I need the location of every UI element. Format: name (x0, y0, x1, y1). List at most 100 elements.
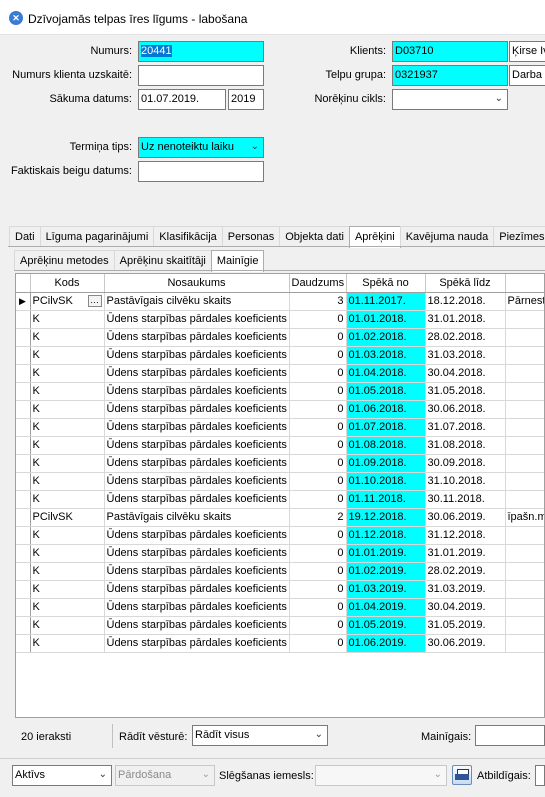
nosaukums-cell[interactable]: Ūdens starpības pārdales koeficients (104, 346, 290, 365)
speka-no-cell[interactable]: 01.02.2018. (346, 328, 426, 347)
kods-cell[interactable]: K (30, 616, 105, 635)
table-row[interactable]: K Ūdens starpības pārdales koeficients 0 01… (16, 328, 544, 347)
speka-no-cell[interactable]: 01.11.2017. (346, 292, 426, 311)
speka-lidz-cell[interactable]: 30.04.2018. (425, 364, 506, 383)
table-row[interactable]: K Ūdens starpības pārdales koeficients 0 01… (16, 400, 544, 419)
daudzums-cell[interactable]: 0 (289, 328, 347, 347)
speka-lidz-cell[interactable]: 31.12.2018. (425, 526, 506, 545)
nosaukums-cell[interactable]: Ūdens starpības pārdales koeficients (104, 454, 290, 473)
column-header-extra[interactable] (505, 274, 544, 293)
nosaukums-cell[interactable]: Ūdens starpības pārdales koeficients (104, 598, 290, 617)
daudzums-cell[interactable]: 0 (289, 472, 347, 491)
table-row[interactable]: K Ūdens starpības pārdales koeficients 0 01… (16, 382, 544, 401)
kods-cell[interactable]: K (30, 526, 105, 545)
table-row[interactable]: K Ūdens starpības pārdales koeficients 0 01… (16, 526, 544, 545)
tab-main-6[interactable]: Kavējuma nauda (399, 226, 495, 246)
extra-cell[interactable] (505, 490, 544, 509)
nosaukums-cell[interactable]: Ūdens starpības pārdales koeficients (104, 580, 290, 599)
speka-lidz-cell[interactable]: 31.08.2018. (425, 436, 506, 455)
tab-main-3[interactable]: Personas (221, 226, 281, 246)
speka-lidz-cell[interactable]: 31.03.2019. (425, 580, 506, 599)
speka-lidz-cell[interactable]: 30.09.2018. (425, 454, 506, 473)
nosaukums-cell[interactable]: Ūdens starpības pārdales koeficients (104, 382, 290, 401)
daudzums-cell[interactable]: 3 (289, 292, 347, 311)
column-header-daudzums[interactable]: Daudzums (289, 274, 347, 293)
extra-cell[interactable] (505, 418, 544, 437)
table-row[interactable]: K Ūdens starpības pārdales koeficients 0 01… (16, 544, 544, 563)
daudzums-cell[interactable]: 0 (289, 418, 347, 437)
sakuma-year-field[interactable]: 2019 (228, 89, 264, 110)
nosaukums-cell[interactable]: Ūdens starpības pārdales koeficients (104, 526, 290, 545)
daudzums-cell[interactable]: 0 (289, 346, 347, 365)
kods-cell[interactable]: K (30, 418, 105, 437)
row-selector[interactable] (16, 454, 31, 473)
speka-no-cell[interactable]: 01.01.2019. (346, 544, 426, 563)
row-selector[interactable] (16, 526, 31, 545)
speka-lidz-cell[interactable]: 30.11.2018. (425, 490, 506, 509)
lookup-button[interactable]: … (87, 294, 102, 307)
speka-lidz-cell[interactable]: 30.06.2019. (425, 508, 506, 527)
kods-cell[interactable]: K (30, 454, 105, 473)
speka-lidz-cell[interactable]: 28.02.2018. (425, 328, 506, 347)
row-selector[interactable] (16, 490, 31, 509)
klients-field[interactable]: D03710 (392, 41, 508, 62)
daudzums-cell[interactable]: 0 (289, 436, 347, 455)
speka-no-cell[interactable]: 01.04.2019. (346, 598, 426, 617)
speka-no-cell[interactable]: 19.12.2018. (346, 508, 426, 527)
column-header-kods[interactable]: Kods (30, 274, 105, 293)
table-row[interactable]: K Ūdens starpības pārdales koeficients 0 01… (16, 418, 544, 437)
extra-cell[interactable] (505, 454, 544, 473)
kods-cell[interactable]: K (30, 472, 105, 491)
nosaukums-cell[interactable]: Ūdens starpības pārdales koeficients (104, 364, 290, 383)
tab-main-7[interactable]: Piezīmes (493, 226, 545, 246)
extra-cell[interactable] (505, 526, 544, 545)
variables-grid[interactable]: Kods Nosaukums Daudzums Spēkā no Spēkā l… (15, 273, 545, 718)
row-selector[interactable] (16, 472, 31, 491)
nosaukums-cell[interactable]: Pastāvīgais cilvēku skaits (104, 292, 290, 311)
row-selector[interactable] (16, 544, 31, 563)
printer-icon[interactable] (452, 765, 472, 785)
nosaukums-cell[interactable]: Pastāvīgais cilvēku skaits (104, 508, 290, 527)
speka-no-cell[interactable]: 01.02.2019. (346, 562, 426, 581)
column-header-nosaukums[interactable]: Nosaukums (104, 274, 290, 293)
row-selector[interactable] (16, 346, 31, 365)
extra-cell[interactable] (505, 580, 544, 599)
table-row[interactable]: K Ūdens starpības pārdales koeficients 0 01… (16, 598, 544, 617)
speka-lidz-cell[interactable]: 30.06.2019. (425, 634, 506, 653)
row-selector[interactable] (16, 580, 31, 599)
table-row[interactable]: K Ūdens starpības pārdales koeficients 0 01… (16, 454, 544, 473)
kods-cell[interactable]: K (30, 598, 105, 617)
row-selector[interactable] (16, 310, 31, 329)
speka-no-cell[interactable]: 01.09.2018. (346, 454, 426, 473)
kods-cell[interactable]: K (30, 310, 105, 329)
faktiskais-field[interactable] (138, 161, 264, 182)
table-row[interactable]: K Ūdens starpības pārdales koeficients 0 01… (16, 562, 544, 581)
tab-main-4[interactable]: Objekta dati (279, 226, 350, 246)
speka-no-cell[interactable]: 01.05.2018. (346, 382, 426, 401)
nosaukums-cell[interactable]: Ūdens starpības pārdales koeficients (104, 328, 290, 347)
speka-no-cell[interactable]: 01.06.2018. (346, 400, 426, 419)
extra-cell[interactable] (505, 364, 544, 383)
numurs-field[interactable]: 20441 (138, 41, 264, 62)
kods-cell[interactable]: PCilvSK… (30, 292, 105, 311)
nosaukums-cell[interactable]: Ūdens starpības pārdales koeficients (104, 400, 290, 419)
extra-cell[interactable] (505, 616, 544, 635)
speka-no-cell[interactable]: 01.03.2019. (346, 580, 426, 599)
daudzums-cell[interactable]: 0 (289, 400, 347, 419)
speka-lidz-cell[interactable]: 31.05.2019. (425, 616, 506, 635)
row-selector[interactable] (16, 616, 31, 635)
table-row[interactable]: K Ūdens starpības pārdales koeficients 0 01… (16, 580, 544, 599)
extra-cell[interactable] (505, 310, 544, 329)
status-select[interactable]: Aktīvs ⌄ (12, 765, 112, 786)
table-row[interactable]: K Ūdens starpības pārdales koeficients 0 01… (16, 490, 544, 509)
speka-lidz-cell[interactable]: 31.03.2018. (425, 346, 506, 365)
speka-no-cell[interactable]: 01.08.2018. (346, 436, 426, 455)
tab-main-1[interactable]: Līguma pagarinājumi (39, 226, 155, 246)
termina-select[interactable]: Uz nenoteiktu laiku ⌄ (138, 137, 264, 158)
slegsanas-select[interactable]: ⌄ (315, 765, 447, 786)
speka-lidz-cell[interactable]: 18.12.2018. (425, 292, 506, 311)
kods-cell[interactable]: K (30, 346, 105, 365)
kods-cell[interactable]: K (30, 490, 105, 509)
nosaukums-cell[interactable]: Ūdens starpības pārdales koeficients (104, 310, 290, 329)
daudzums-cell[interactable]: 0 (289, 490, 347, 509)
